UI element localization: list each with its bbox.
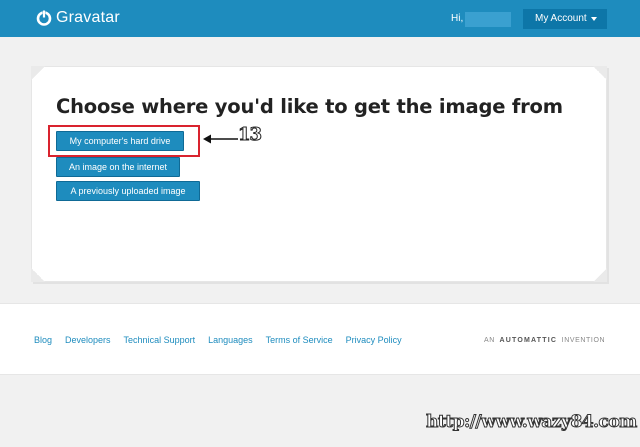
my-account-button[interactable]: My Account	[523, 9, 607, 29]
footer-link-blog[interactable]: Blog	[34, 335, 52, 345]
watermark: http://www.wazy84.com	[426, 412, 638, 433]
footer-link-technical-support[interactable]: Technical Support	[124, 335, 196, 345]
invention-suffix: INVENTION	[561, 337, 606, 344]
top-navigation-bar: Gravatar Hi, My Account	[0, 0, 640, 37]
brand-name: Gravatar	[56, 9, 120, 26]
arrow-left-icon	[203, 134, 238, 144]
automattic-invention[interactable]: AN AUTOMATTIC INVENTION	[484, 337, 605, 344]
footer-link-privacy-policy[interactable]: Privacy Policy	[346, 335, 402, 345]
image-on-internet-button[interactable]: An image on the internet	[56, 157, 180, 177]
annotation-step-number: 13	[237, 124, 262, 146]
panel-corner-fold	[593, 66, 607, 80]
greeting-text: Hi,	[451, 13, 464, 24]
annotation-highlight-box	[48, 125, 200, 157]
panel-corner-fold	[31, 268, 45, 282]
footer-link-developers[interactable]: Developers	[65, 335, 111, 345]
gravatar-logo[interactable]: Gravatar	[36, 9, 120, 27]
page-title: Choose where you'd like to get the image…	[56, 95, 563, 118]
footer-links: Blog Developers Technical Support Langua…	[34, 335, 415, 345]
footer-link-languages[interactable]: Languages	[208, 335, 253, 345]
panel-corner-fold	[31, 66, 45, 80]
footer-link-terms-of-service[interactable]: Terms of Service	[266, 335, 333, 345]
panel-corner-fold	[593, 268, 607, 282]
caret-down-icon	[591, 17, 597, 21]
my-account-label: My Account	[535, 13, 587, 24]
invention-brand: AUTOMATTIC	[499, 337, 558, 344]
username-redacted	[465, 12, 511, 27]
invention-prefix: AN	[484, 337, 495, 344]
gravatar-logo-icon	[36, 10, 52, 26]
previously-uploaded-image-button[interactable]: A previously uploaded image	[56, 181, 200, 201]
